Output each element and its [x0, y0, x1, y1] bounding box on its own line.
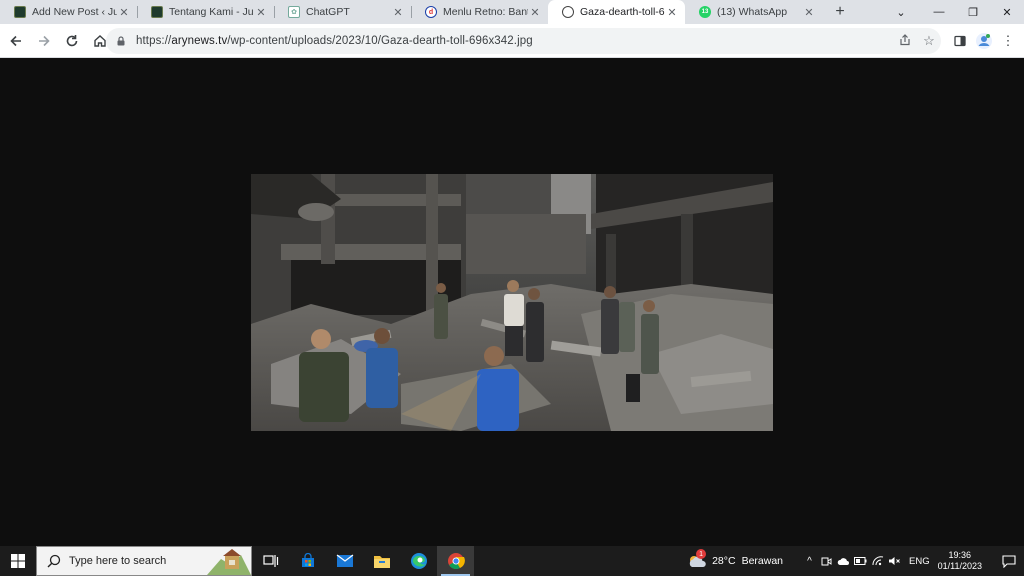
home-icon — [94, 34, 106, 47]
tab-title: Gaza-dearth-toll-696 — [580, 6, 665, 18]
minimize-icon[interactable]: — — [922, 0, 956, 24]
url-text[interactable]: https://arynews.tv/wp-content/uploads/20… — [136, 35, 893, 47]
close-tab-icon[interactable]: ✕ — [117, 6, 131, 19]
window-controls: ⌄ — ❐ ✕ — [884, 0, 1024, 24]
close-tab-icon[interactable]: ✕ — [254, 6, 268, 19]
close-tab-icon[interactable]: ✕ — [391, 6, 405, 19]
url-scheme: https:// — [136, 35, 172, 47]
search-placeholder: Type here to search — [69, 555, 167, 567]
forward-arrow-icon — [39, 35, 50, 46]
onedrive-cloud-icon[interactable] — [835, 546, 852, 576]
tab-tentang-kami[interactable]: Tentang Kami - Jurnal ✕ — [137, 0, 274, 24]
show-hidden-icons-chevron-icon[interactable]: ^ — [801, 546, 818, 576]
file-explorer-icon[interactable] — [363, 546, 400, 576]
volume-muted-icon[interactable] — [886, 546, 903, 576]
search-icon — [47, 554, 61, 568]
tab-title: (13) WhatsApp — [717, 6, 788, 18]
clock-date: 01/11/2023 — [937, 561, 982, 571]
windows-start-button[interactable] — [0, 546, 36, 576]
profile-avatar[interactable] — [972, 29, 996, 53]
tab-strip: Add New Post ‹ Jurnal ✕ Tentang Kami - J… — [0, 0, 1024, 24]
restore-icon[interactable]: ❐ — [956, 0, 990, 24]
temperature: 28°C — [712, 555, 736, 567]
input-language[interactable]: ENG — [909, 556, 930, 567]
close-window-icon[interactable]: ✕ — [990, 0, 1024, 24]
mail-icon[interactable] — [326, 546, 363, 576]
tab-title: Add New Post ‹ Jurnal — [32, 6, 117, 18]
notification-center-icon[interactable] — [994, 546, 1024, 576]
tab-whatsapp[interactable]: 13 (13) WhatsApp ✕ — [685, 0, 822, 24]
task-view-icon[interactable] — [252, 546, 289, 576]
edge-icon[interactable] — [400, 546, 437, 576]
address-bar[interactable]: https://arynews.tv/wp-content/uploads/20… — [106, 28, 941, 54]
cloudy-weather-icon: 1 — [686, 549, 708, 570]
tab-add-new-post[interactable]: Add New Post ‹ Jurnal ✕ — [0, 0, 137, 24]
lock-icon[interactable] — [116, 36, 126, 46]
search-highlight-icon — [207, 549, 251, 575]
taskbar-search-box[interactable]: Type here to search — [36, 546, 252, 576]
store-icon[interactable] — [289, 546, 326, 576]
meet-now-icon[interactable] — [818, 546, 835, 576]
share-icon[interactable] — [893, 33, 917, 49]
tab-menlu-retno[interactable]: d Menlu Retno: Bantuan ✕ — [411, 0, 548, 24]
tab-gaza-image[interactable]: Gaza-dearth-toll-696 ✕ — [548, 0, 685, 24]
system-tray: 1 28°C Berawan ^ ENG 19:36 01/11/2023 — [686, 546, 1024, 576]
browser-toolbar: https://arynews.tv/wp-content/uploads/20… — [0, 24, 1024, 58]
url-path: /wp-content/uploads/2023/10/Gaza-dearth-… — [227, 35, 533, 47]
forward-button[interactable] — [32, 29, 56, 53]
close-tab-icon[interactable]: ✕ — [528, 6, 542, 19]
image-viewer — [0, 58, 1024, 546]
taskbar: Type here to search 1 28°C Berawan ^ ENG… — [0, 546, 1024, 576]
new-tab-button[interactable]: + — [828, 0, 852, 24]
url-host: arynews.tv — [171, 35, 228, 47]
windows-logo-icon — [11, 554, 25, 568]
close-tab-icon[interactable]: ✕ — [802, 6, 816, 19]
globe-icon — [562, 6, 574, 18]
clock[interactable]: 19:36 01/11/2023 — [938, 550, 982, 572]
menlu-icon: d — [425, 6, 437, 18]
menu-kebab-icon[interactable]: ⋮ — [998, 29, 1018, 53]
tab-title: Menlu Retno: Bantuan — [443, 6, 528, 18]
reload-button[interactable] — [60, 29, 84, 53]
weather-condition: Berawan — [741, 555, 784, 567]
jurnal-icon — [151, 6, 163, 18]
chatgpt-icon: ✿ — [288, 6, 300, 18]
tab-chatgpt[interactable]: ✿ ChatGPT ✕ — [274, 0, 411, 24]
clock-time: 19:36 — [948, 550, 972, 560]
jurnal-icon — [14, 6, 26, 18]
chrome-icon[interactable] — [437, 546, 474, 576]
wifi-icon[interactable] — [869, 546, 886, 576]
back-arrow-icon — [10, 35, 21, 46]
tab-search-chevron-icon[interactable]: ⌄ — [884, 0, 918, 24]
tab-title: Tentang Kami - Jurnal — [169, 6, 254, 18]
reload-icon — [66, 34, 78, 46]
back-button[interactable] — [4, 29, 28, 53]
tab-title: ChatGPT — [306, 6, 350, 18]
battery-icon[interactable] — [852, 546, 869, 576]
whatsapp-icon: 13 — [699, 6, 711, 18]
bookmark-star-icon[interactable]: ☆ — [917, 33, 941, 49]
weather-widget[interactable]: 1 28°C Berawan — [686, 549, 784, 570]
side-panel-icon[interactable] — [950, 29, 970, 53]
close-tab-icon[interactable]: ✕ — [665, 6, 679, 19]
rubble-photo[interactable] — [251, 174, 773, 431]
